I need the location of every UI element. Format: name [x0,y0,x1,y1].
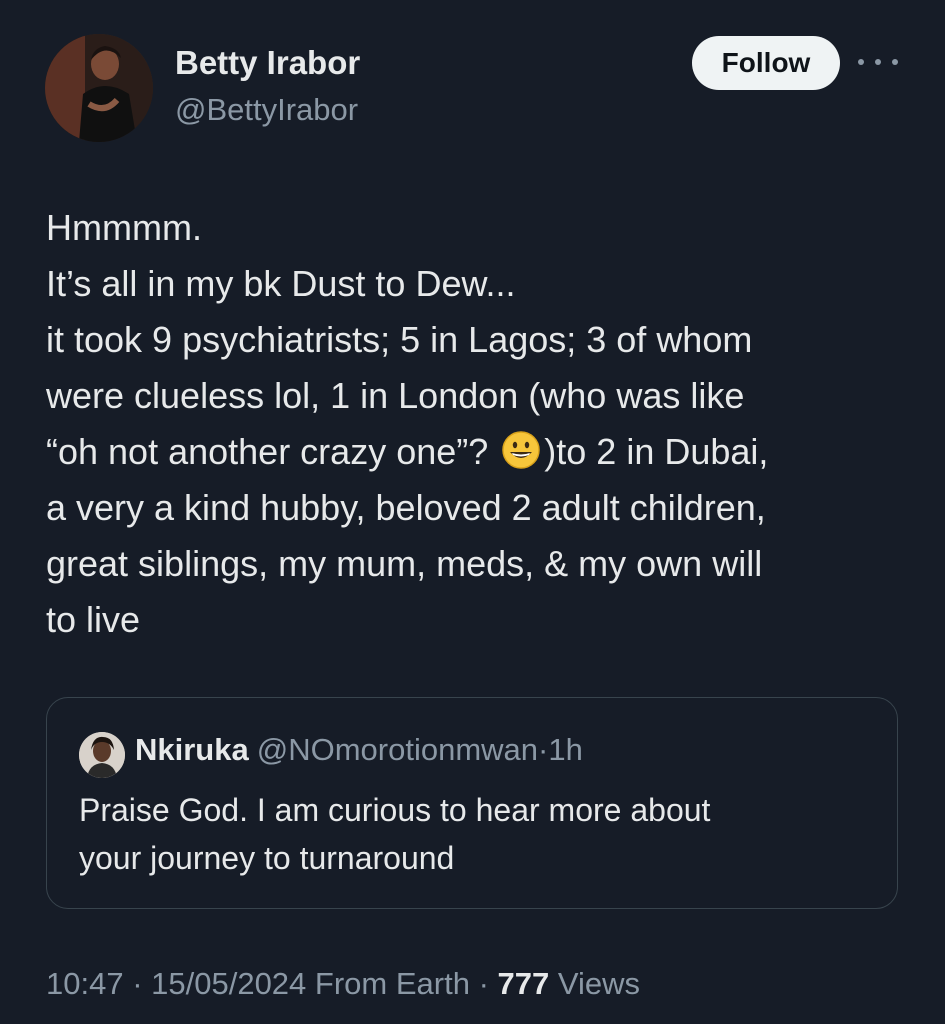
separator: · [469,966,498,1001]
dot [875,59,881,65]
tweet-time[interactable]: 10:47 [46,966,124,1001]
author-name[interactable]: Betty Irabor [175,44,360,82]
tweet-line: Hmmmm. [46,207,202,248]
quoted-tweet-line: your journey to turnaround [79,840,455,876]
tweet-source: From Earth [306,966,470,1001]
quoted-author-name[interactable]: Nkiruka [135,732,249,767]
separator: · [123,966,152,1001]
tweet-line: great siblings, my mum, meds, & my own w… [46,543,763,584]
tweet-text: Hmmmm. It’s all in my bk Dust to Dew... … [46,200,916,648]
grinning-face-emoji-icon [502,431,541,469]
views-count: 777 [497,966,550,1001]
tweet-line: a very a kind hubby, beloved 2 adult chi… [46,487,766,528]
tweet-line: were clueless lol, 1 in London (who was … [46,375,745,416]
quoted-tweet-line: Praise God. I am curious to hear more ab… [79,792,711,828]
tweet-date[interactable]: 15/05/2024 [151,966,306,1001]
tweet-line-part: “oh not another crazy one”? [46,431,499,472]
author-avatar[interactable] [45,34,153,142]
tweet-line: It’s all in my bk Dust to Dew... [46,263,516,304]
tweet-line: to live [46,599,141,640]
dot [892,59,898,65]
views-label: Views [549,966,640,1001]
tweet-line-part: )to 2 in Dubai, [544,431,769,472]
quoted-tweet-header: Nkiruka @NOmorotionmwan·1h [135,732,583,768]
author-avatar-image [45,34,153,142]
quoted-tweet-time: 1h [548,732,583,767]
follow-button[interactable]: Follow [692,36,840,90]
quoted-author-avatar-image [79,732,125,778]
dot [858,59,864,65]
quoted-tweet-text: Praise God. I am curious to hear more ab… [79,786,869,882]
more-options-icon[interactable] [858,52,898,72]
quoted-tweet-card[interactable]: Nkiruka @NOmorotionmwan·1h Praise God. I … [46,697,898,909]
tweet-metadata: 10:47 · 15/05/2024 From Earth · 777 View… [46,966,640,1002]
quoted-author-handle[interactable]: @NOmorotionmwan [257,732,538,767]
tweet-line-with-emoji: “oh not another crazy one”? )to 2 in Dub… [46,424,916,480]
quoted-author-avatar[interactable] [79,732,125,778]
author-handle[interactable]: @BettyIrabor [175,92,358,128]
tweet-detail: Betty Irabor @BettyIrabor Follow Hmmmm. … [0,0,945,1024]
tweet-line: it took 9 psychiatrists; 5 in Lagos; 3 o… [46,319,753,360]
separator: · [538,732,549,767]
